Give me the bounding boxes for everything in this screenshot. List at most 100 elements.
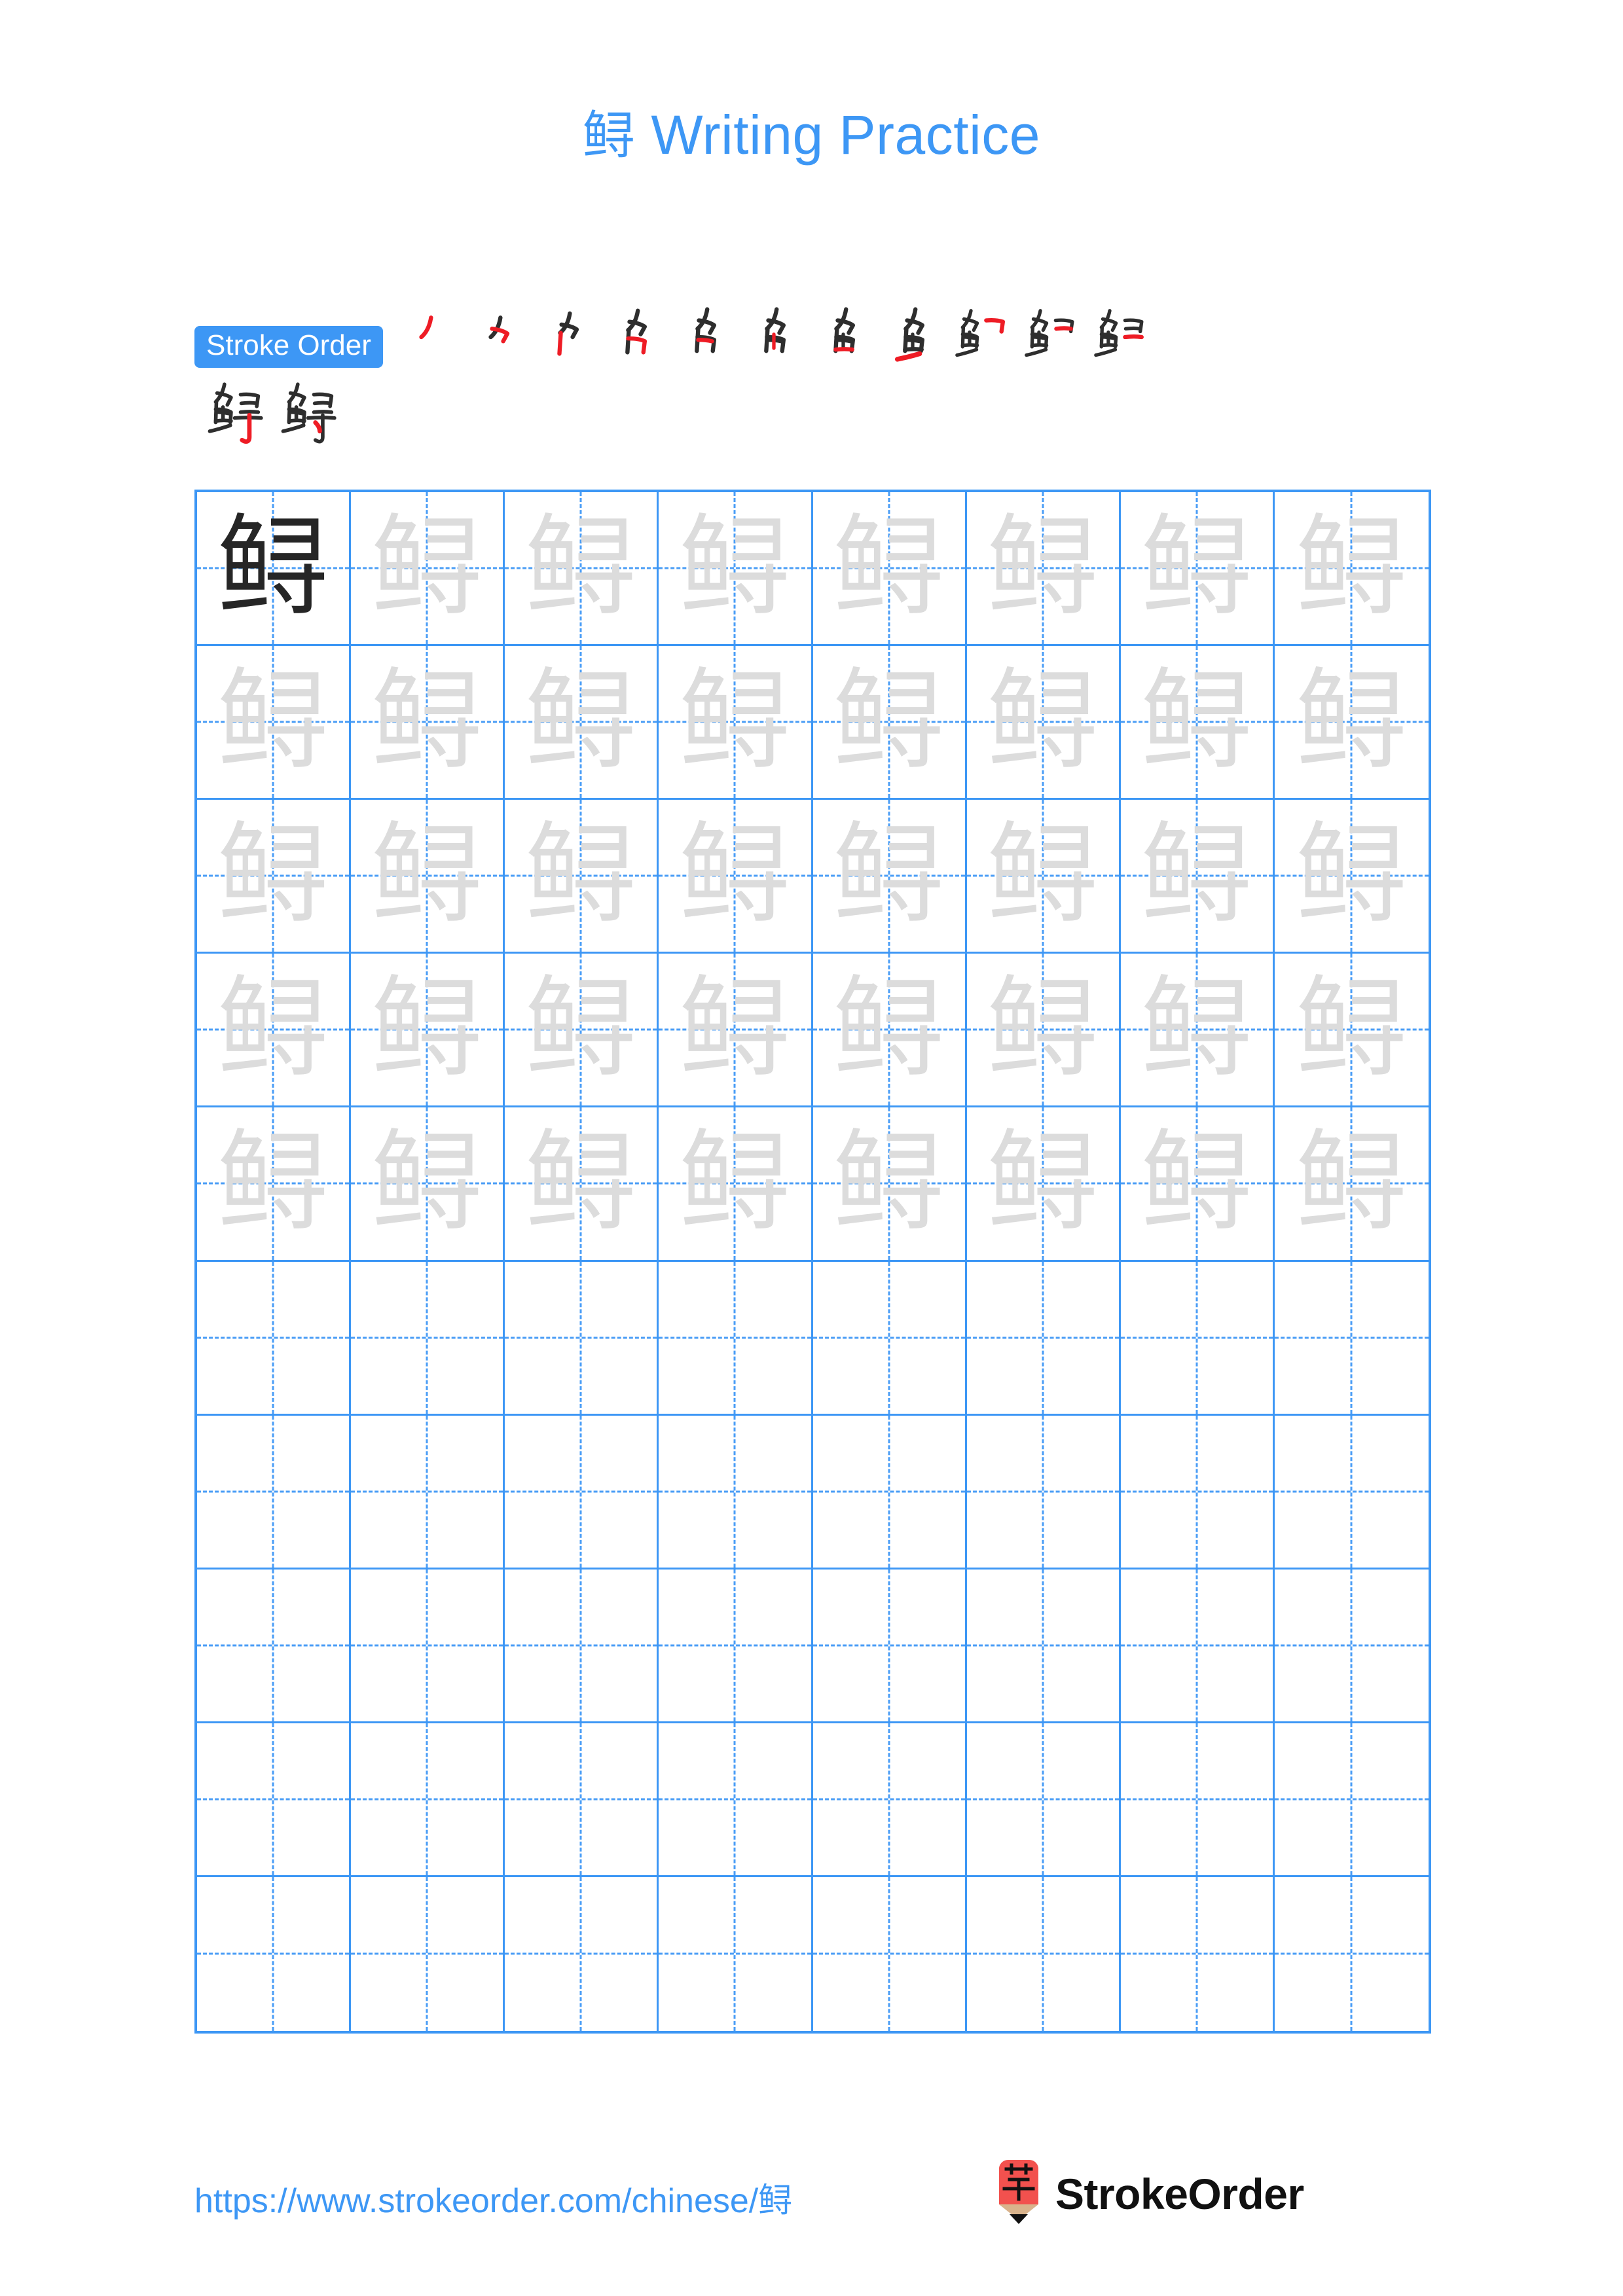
practice-cell[interactable]: 鲟 — [351, 954, 505, 1108]
practice-cell[interactable]: 鲟 — [1274, 1107, 1429, 1262]
practice-cell[interactable] — [1121, 1876, 1275, 2031]
practice-cell[interactable] — [351, 1876, 505, 2031]
practice-cell[interactable]: 鲟 — [966, 954, 1121, 1108]
trace-character: 鲟 — [679, 657, 791, 787]
practice-cell[interactable]: 鲟 — [812, 1107, 967, 1262]
practice-cell[interactable] — [813, 1876, 967, 2031]
practice-cell[interactable]: 鲟 — [505, 1107, 659, 1262]
practice-cell[interactable] — [1120, 1569, 1275, 1723]
practice-cell[interactable] — [966, 1415, 1121, 1570]
practice-cell[interactable]: 鲟 — [1120, 646, 1275, 800]
practice-cell[interactable] — [1274, 1416, 1429, 1570]
practice-cell[interactable]: 鲟 — [197, 1107, 352, 1262]
practice-cell[interactable] — [351, 1569, 505, 1723]
trace-character: 鲟 — [371, 1119, 483, 1249]
practice-cell[interactable]: 鲟 — [659, 492, 813, 647]
practice-cell[interactable] — [505, 1261, 659, 1416]
practice-cell[interactable]: 鲟 — [197, 646, 352, 800]
practice-cell[interactable] — [966, 1261, 1121, 1416]
practice-grid[interactable]: 鲟鲟鲟鲟鲟鲟鲟鲟鲟鲟鲟鲟鲟鲟鲟鲟鲟鲟鲟鲟鲟鲟鲟鲟鲟鲟鲟鲟鲟鲟鲟鲟鲟鲟鲟鲟鲟鲟鲟鲟 — [194, 490, 1431, 2034]
practice-cell[interactable] — [197, 1876, 352, 2031]
practice-cell[interactable]: 鲟 — [659, 954, 813, 1108]
practice-cell[interactable] — [505, 1723, 659, 1877]
practice-cell[interactable]: 鲟 — [197, 800, 352, 954]
practice-cell[interactable]: 鲟 — [1274, 492, 1429, 647]
practice-cell[interactable]: 鲟 — [505, 800, 659, 954]
practice-cell[interactable]: 鲟 — [351, 800, 505, 954]
practice-cell[interactable]: 鲟 — [505, 646, 659, 800]
practice-cell[interactable]: 鲟 — [812, 492, 967, 647]
practice-cell[interactable] — [197, 1569, 352, 1723]
trace-character: 鲟 — [1140, 503, 1252, 634]
practice-cell[interactable]: 鲟 — [351, 492, 505, 647]
trace-character: 鲟 — [833, 1119, 945, 1249]
practice-cell[interactable] — [505, 1569, 659, 1723]
practice-cell[interactable] — [197, 1723, 352, 1877]
trace-character: 鲟 — [987, 503, 1099, 634]
practice-cell[interactable] — [1275, 1877, 1429, 2031]
practice-cell[interactable]: 鲟 — [197, 492, 352, 647]
trace-character: 鲟 — [217, 965, 329, 1095]
trace-character: 鲟 — [1296, 657, 1408, 787]
practice-cell[interactable] — [505, 1876, 659, 2031]
practice-cell[interactable] — [351, 1415, 505, 1570]
practice-cell[interactable]: 鲟 — [1120, 800, 1275, 954]
practice-cell[interactable]: 鲟 — [659, 646, 813, 800]
practice-cell[interactable]: 鲟 — [966, 800, 1121, 954]
practice-cell[interactable]: 鲟 — [659, 800, 813, 954]
practice-cell[interactable]: 鲟 — [1120, 492, 1275, 647]
practice-cell[interactable] — [659, 1723, 813, 1877]
practice-cell[interactable] — [1120, 1415, 1275, 1570]
trace-character: 鲟 — [679, 965, 791, 1095]
practice-cell[interactable]: 鲟 — [351, 1107, 505, 1262]
practice-cell[interactable] — [659, 1261, 813, 1416]
practice-cell[interactable]: 鲟 — [1274, 646, 1429, 800]
footer-logo[interactable]: StrokeOrder — [995, 2159, 1304, 2228]
practice-cell[interactable] — [812, 1261, 967, 1416]
practice-cell[interactable]: 鲟 — [1120, 1107, 1275, 1262]
stroke-step-6 — [739, 302, 809, 372]
stroke-order-row-2 — [201, 377, 1438, 450]
practice-cell[interactable]: 鲟 — [1274, 954, 1429, 1108]
brand-name: StrokeOrder — [1055, 2170, 1304, 2218]
practice-cell[interactable] — [197, 1415, 352, 1570]
practice-cell[interactable] — [812, 1569, 967, 1723]
practice-cell[interactable] — [351, 1261, 505, 1416]
practice-cell[interactable]: 鲟 — [966, 1107, 1121, 1262]
practice-cell[interactable]: 鲟 — [505, 954, 659, 1108]
practice-cell[interactable] — [966, 1569, 1121, 1723]
practice-cell[interactable]: 鲟 — [197, 954, 352, 1108]
worksheet-page: 鲟 Writing Practice Stroke Order 鲟 鲟 鲟 鲟 … — [0, 0, 1623, 2296]
practice-cell[interactable] — [197, 1261, 352, 1416]
practice-cell[interactable]: 鲟 — [659, 1107, 813, 1262]
practice-cell[interactable] — [812, 1723, 967, 1877]
practice-cell[interactable]: 鲟 — [1120, 954, 1275, 1108]
practice-cell[interactable]: 鲟 — [1274, 800, 1429, 954]
practice-cell[interactable]: 鲟 — [966, 646, 1121, 800]
footer-url[interactable]: https://www.strokeorder.com/chinese/鲟 — [194, 2173, 792, 2222]
practice-cell[interactable] — [1120, 1723, 1275, 1877]
practice-cell[interactable]: 鲟 — [351, 646, 505, 800]
practice-cell[interactable] — [812, 1415, 967, 1570]
practice-cell[interactable]: 鲟 — [812, 800, 967, 954]
trace-character: 鲟 — [833, 811, 945, 941]
practice-cell[interactable] — [351, 1723, 505, 1877]
stroke-step-4 — [600, 302, 670, 372]
practice-cell[interactable] — [967, 1876, 1121, 2031]
practice-cell[interactable] — [1120, 1261, 1275, 1416]
practice-cell[interactable] — [1274, 1723, 1429, 1877]
practice-cell[interactable] — [505, 1415, 659, 1570]
practice-cell[interactable] — [659, 1569, 813, 1723]
practice-cell[interactable] — [1274, 1570, 1429, 1723]
practice-cell[interactable]: 鲟 — [966, 492, 1121, 647]
practice-cell[interactable]: 鲟 — [812, 954, 967, 1108]
trace-character: 鲟 — [525, 1119, 637, 1249]
practice-cell[interactable]: 鲟 — [505, 492, 659, 647]
practice-cell[interactable] — [659, 1415, 813, 1570]
trace-character: 鲟 — [987, 965, 1099, 1095]
practice-cell[interactable] — [1274, 1262, 1429, 1416]
practice-cell[interactable] — [966, 1723, 1121, 1877]
practice-cell[interactable] — [659, 1876, 813, 2031]
pencil-logo-icon — [995, 2159, 1042, 2228]
practice-cell[interactable]: 鲟 — [812, 646, 967, 800]
